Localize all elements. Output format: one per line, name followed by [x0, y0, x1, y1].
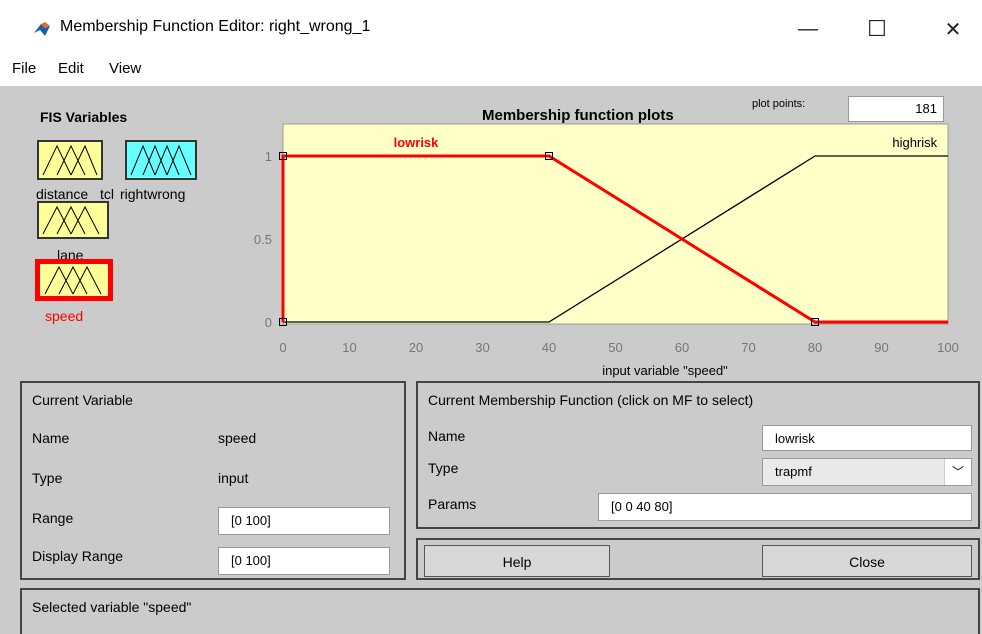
output-mf-icon-rightwrong[interactable] — [125, 140, 197, 180]
menu-view[interactable]: View — [109, 60, 141, 77]
input-mf-icon-distance[interactable] — [37, 140, 103, 180]
current-variable-header: Current Variable — [32, 392, 133, 408]
x-tick-label: 90 — [874, 340, 888, 355]
x-tick-label: 20 — [409, 340, 423, 355]
x-tick-label: 10 — [342, 340, 356, 355]
range-label: Range — [32, 510, 74, 526]
plot-points-label: plot points: — [752, 98, 806, 110]
mf-name-input[interactable]: lowrisk — [762, 425, 972, 451]
x-tick-label: 70 — [741, 340, 755, 355]
chevron-down-icon[interactable]: ﹀ — [944, 459, 971, 485]
variable-type-value: input — [218, 470, 249, 486]
window-title: Membership Function Editor: right_wrong_… — [60, 18, 371, 35]
menu-edit[interactable]: Edit — [58, 60, 84, 77]
x-tick-label: 40 — [542, 340, 556, 355]
plot-points-input[interactable]: 181 — [848, 96, 944, 122]
matlab-icon — [33, 20, 51, 38]
variable-label-rightwrong[interactable]: rightwrong — [120, 186, 185, 202]
range-input[interactable]: [0 100] — [218, 507, 390, 535]
x-tick-label: 0 — [279, 340, 286, 355]
x-tick-label: 50 — [608, 340, 622, 355]
close-button[interactable]: Close — [762, 545, 972, 577]
plot-area[interactable] — [282, 123, 949, 325]
variable-label-tcl[interactable]: tcl — [100, 186, 114, 202]
input-mf-icon-speed[interactable] — [35, 259, 113, 301]
status-text: Selected variable "speed" — [32, 599, 192, 615]
help-button[interactable]: Help — [424, 545, 610, 577]
display-range-input[interactable]: [0 100] — [218, 547, 390, 575]
mf-name-label: Name — [428, 428, 466, 444]
current-mf-header: Current Membership Function (click on MF… — [428, 392, 754, 408]
mf-type-label: Type — [428, 460, 459, 476]
mf-label-lowrisk[interactable]: lowrisk — [394, 135, 440, 150]
y-tick-label: 1 — [265, 149, 272, 164]
x-tick-label: 30 — [475, 340, 489, 355]
y-tick-label: 0 — [265, 315, 272, 330]
y-tick-label: 0.5 — [254, 232, 272, 247]
variable-name-value: speed — [218, 430, 257, 446]
x-tick-label: 80 — [808, 340, 822, 355]
params-input[interactable]: [0 0 40 80] — [598, 493, 972, 521]
x-tick-label: 100 — [937, 340, 959, 355]
mf-type-select[interactable]: trapmf ﹀ — [762, 458, 972, 486]
x-tick-label: 60 — [675, 340, 689, 355]
name-label: Name — [32, 430, 70, 446]
x-axis-label: input variable "speed" — [602, 363, 728, 378]
type-label: Type — [32, 470, 63, 486]
maximize-button[interactable]: ☐ — [854, 12, 900, 46]
display-range-label: Display Range — [32, 548, 124, 564]
menu-file[interactable]: File — [12, 60, 36, 77]
minimize-button[interactable]: — — [785, 12, 831, 46]
variable-label-distance[interactable]: distance — [36, 186, 88, 202]
input-mf-icon-lane[interactable] — [37, 201, 109, 239]
membership-function-plot[interactable]: highrisk lowrisk 0 10 20 30 40 50 60 70 80 90 100 0 0… — [230, 120, 970, 380]
menu-bar — [0, 56, 982, 86]
fis-variables-title: FIS Variables — [40, 109, 128, 125]
mf-label-highrisk[interactable]: highrisk — [892, 135, 937, 150]
mf-type-value: trapmf — [775, 464, 812, 479]
params-label: Params — [428, 496, 477, 512]
close-window-button[interactable]: ✕ — [930, 12, 976, 46]
variable-label-speed[interactable]: speed — [45, 308, 83, 324]
